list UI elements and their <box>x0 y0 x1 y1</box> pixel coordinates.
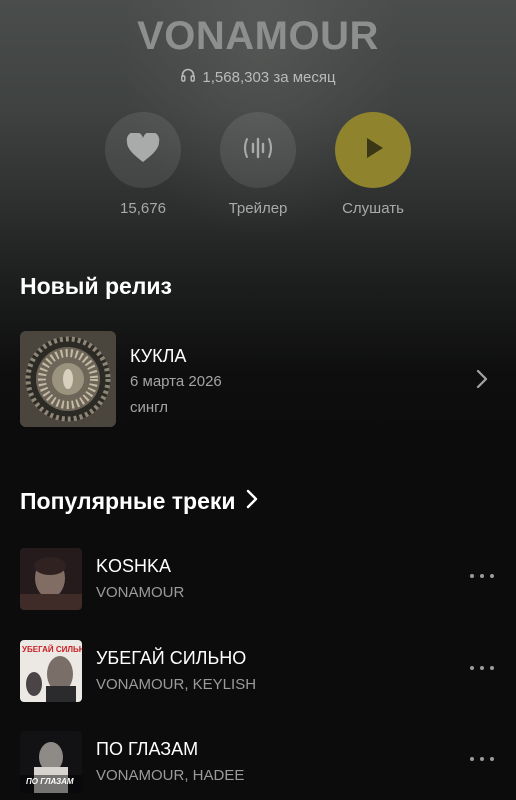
listen-button[interactable] <box>335 112 411 188</box>
track-cover-image: ПО ГЛАЗАМ <box>20 731 82 793</box>
track-cover-image <box>20 548 82 610</box>
waveform-icon <box>241 133 275 168</box>
more-dots-icon[interactable] <box>470 570 494 580</box>
more-dots-icon[interactable] <box>470 662 494 672</box>
chevron-right-icon[interactable] <box>246 488 258 515</box>
artist-name: VONAMOUR <box>137 14 379 58</box>
trailer-button[interactable] <box>220 112 296 188</box>
chevron-right-icon[interactable] <box>476 369 488 394</box>
more-dots-icon[interactable] <box>470 753 494 763</box>
track-artists: VONAMOUR <box>96 584 185 601</box>
monthly-listeners-text: 1,568,303 за месяц <box>202 68 336 86</box>
new-release-title: Новый релиз <box>20 273 172 299</box>
release-type: сингл <box>130 399 169 416</box>
track-cover-text: УБЕГАЙ СИЛЬНО <box>22 645 82 654</box>
track-row[interactable]: ПО ГЛАЗАМ ПО ГЛАЗАМ VONAMOUR, HADEE <box>20 731 496 795</box>
track-row[interactable]: УБЕГАЙ СИЛЬНО УБЕГАЙ СИЛЬНО VONAMOUR, KE… <box>20 640 496 704</box>
listen-action[interactable]: Слушать <box>313 112 433 217</box>
release-cover-image <box>20 331 116 427</box>
popular-tracks-title: Популярные треки <box>20 488 236 514</box>
track-title: УБЕГАЙ СИЛЬНО <box>96 648 247 668</box>
headphones-icon <box>180 67 196 87</box>
new-release-card[interactable]: КУКЛА 6 марта 2026 сингл <box>20 331 496 429</box>
release-date: 6 марта 2026 <box>130 373 222 390</box>
track-title: ПО ГЛАЗАМ <box>96 739 199 759</box>
like-count: 15,676 <box>120 200 166 217</box>
track-artists: VONAMOUR, HADEE <box>96 767 245 784</box>
popular-tracks-header[interactable]: Популярные треки <box>20 488 258 515</box>
trailer-label: Трейлер <box>228 200 288 217</box>
heart-icon <box>126 131 160 168</box>
trailer-action[interactable]: Трейлер <box>198 112 318 217</box>
track-cover-text: ПО ГЛАЗАМ <box>26 777 74 786</box>
track-title: KOSHKA <box>96 556 172 576</box>
release-title: КУКЛА <box>130 346 187 366</box>
track-artists: VONAMOUR, KEYLISH <box>96 676 257 693</box>
like-action[interactable]: 15,676 <box>83 112 203 217</box>
monthly-listeners: 1,568,303 за месяц <box>0 67 516 87</box>
like-button[interactable] <box>105 112 181 188</box>
listen-label: Слушать <box>342 200 404 217</box>
track-row[interactable]: KOSHKA VONAMOUR <box>20 548 496 612</box>
play-icon <box>358 133 388 168</box>
track-cover-image: УБЕГАЙ СИЛЬНО <box>20 640 82 702</box>
